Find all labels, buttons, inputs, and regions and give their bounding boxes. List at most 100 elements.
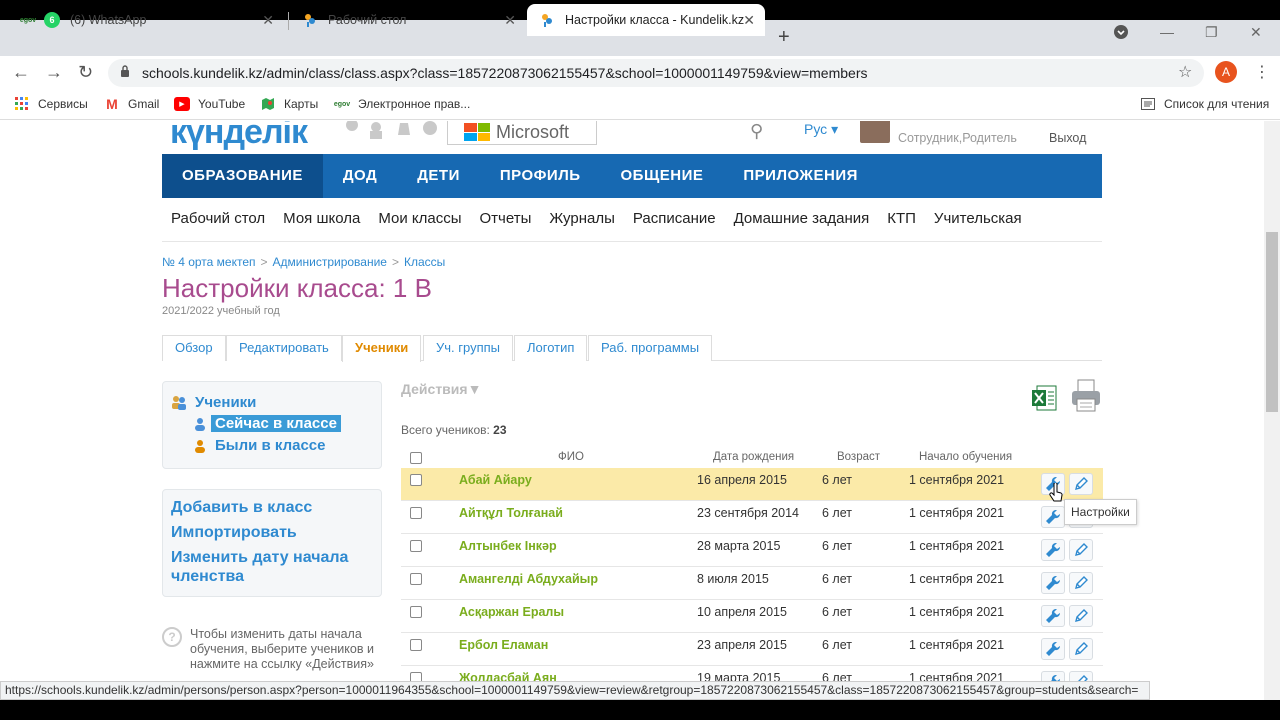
bookmark-egov[interactable]: egov Электронное прав... bbox=[334, 97, 470, 111]
student-name-link[interactable]: Алтынбек Інкәр bbox=[459, 539, 557, 553]
past-students-link[interactable]: Были в классе bbox=[215, 437, 326, 454]
reading-list[interactable]: Список для чтения bbox=[1140, 97, 1269, 111]
edit-button[interactable] bbox=[1069, 638, 1093, 660]
row-checkbox[interactable] bbox=[410, 672, 422, 681]
close-icon[interactable]: ✕ bbox=[504, 12, 516, 29]
tab-overview[interactable]: Обзор bbox=[162, 335, 226, 361]
menu-icon[interactable]: ⋮ bbox=[1254, 62, 1270, 82]
new-tab-icon[interactable]: + bbox=[778, 26, 790, 49]
back-arrow-icon[interactable]: ← bbox=[12, 62, 30, 83]
url-input[interactable]: schools.kundelik.kz/admin/class/class.as… bbox=[108, 59, 1204, 87]
close-icon[interactable]: ✕ bbox=[262, 12, 274, 29]
reload-icon[interactable]: ↻ bbox=[78, 62, 93, 83]
nav-children[interactable]: ДЕТИ bbox=[397, 154, 480, 198]
edit-button[interactable] bbox=[1069, 539, 1093, 561]
row-checkbox[interactable] bbox=[410, 639, 422, 651]
edit-button[interactable] bbox=[1069, 671, 1093, 681]
subnav-schedule[interactable]: Расписание bbox=[624, 198, 725, 241]
settings-button[interactable] bbox=[1041, 572, 1065, 594]
profile-avatar[interactable]: A bbox=[1215, 61, 1237, 83]
user-avatar[interactable] bbox=[860, 121, 890, 143]
nav-dod[interactable]: ДОД bbox=[323, 154, 397, 198]
breadcrumb-classes[interactable]: Классы bbox=[404, 255, 445, 269]
import-link[interactable]: Импортировать bbox=[171, 523, 297, 542]
close-icon[interactable]: ✕ bbox=[743, 12, 755, 29]
tab-logo[interactable]: Логотип bbox=[514, 335, 588, 361]
breadcrumb-admin[interactable]: Администрирование bbox=[273, 255, 387, 269]
table-row[interactable]: Алтынбек Інкәр 28 марта 2015 6 лет 1 сентяб… bbox=[401, 534, 1103, 567]
subnav-my-school[interactable]: Моя школа bbox=[274, 198, 369, 241]
student-name-link[interactable]: Абай Айару bbox=[459, 473, 532, 487]
nav-apps[interactable]: ПРИЛОЖЕНИЯ bbox=[723, 154, 878, 198]
tab-whatsapp[interactable]: egov 6 (6) WhatsApp ✕ bbox=[8, 4, 284, 36]
search-icon[interactable]: ⚲ bbox=[750, 121, 763, 142]
tab-desktop[interactable]: Рабочий стол ✕ bbox=[290, 4, 526, 36]
subnav-homework[interactable]: Домашние задания bbox=[725, 198, 879, 241]
table-row[interactable]: Айтқұл Толғанай 23 сентября 2014 6 лет 1 се… bbox=[401, 501, 1103, 534]
logout-link[interactable]: Выход bbox=[1049, 131, 1086, 145]
language-select[interactable]: Рус ▾ bbox=[804, 121, 838, 138]
current-students-link[interactable]: Сейчас в классе bbox=[211, 415, 341, 432]
settings-button[interactable] bbox=[1041, 671, 1065, 681]
edit-button[interactable] bbox=[1069, 572, 1093, 594]
microsoft-banner[interactable]: Microsoft bbox=[447, 121, 597, 145]
tab-study-groups[interactable]: Уч. группы bbox=[423, 335, 514, 361]
table-row[interactable]: Абай Айару 16 апреля 2015 6 лет 1 сентября … bbox=[401, 468, 1103, 501]
row-checkbox[interactable] bbox=[410, 507, 422, 519]
minimize-icon[interactable]: — bbox=[1160, 24, 1174, 40]
tab-search-icon[interactable] bbox=[1113, 24, 1129, 43]
header-notification-icons[interactable] bbox=[342, 121, 440, 139]
edit-button[interactable] bbox=[1069, 473, 1093, 495]
select-all-checkbox[interactable] bbox=[410, 452, 422, 464]
subnav-reports[interactable]: Отчеты bbox=[471, 198, 541, 241]
bookmark-maps[interactable]: Карты bbox=[260, 97, 318, 111]
excel-export-icon[interactable] bbox=[1031, 385, 1057, 411]
kundelik-logo[interactable]: күнделік bbox=[170, 121, 308, 152]
actions-dropdown[interactable]: Действия▼ bbox=[401, 381, 481, 397]
students-title[interactable]: Ученики bbox=[195, 394, 256, 411]
lock-icon[interactable] bbox=[120, 65, 130, 77]
row-checkbox[interactable] bbox=[410, 573, 422, 585]
student-name-link[interactable]: Амангелді Абдухайыр bbox=[459, 572, 598, 586]
settings-button[interactable] bbox=[1041, 605, 1065, 627]
settings-button[interactable] bbox=[1041, 539, 1065, 561]
table-row[interactable]: Амангелді Абдухайыр 8 июля 2015 6 лет 1 сен… bbox=[401, 567, 1103, 600]
forward-arrow-icon[interactable]: → bbox=[45, 62, 63, 83]
student-name-link[interactable]: Ербол Еламан bbox=[459, 638, 548, 652]
subnav-journals[interactable]: Журналы bbox=[540, 198, 624, 241]
table-row[interactable]: Ербол Еламан 23 апреля 2015 6 лет 1 сентябр… bbox=[401, 633, 1103, 666]
bookmark-youtube[interactable]: ▶ YouTube bbox=[174, 97, 245, 111]
scrollbar-thumb[interactable] bbox=[1266, 232, 1278, 412]
close-window-icon[interactable]: ✕ bbox=[1250, 24, 1262, 41]
row-checkbox[interactable] bbox=[410, 540, 422, 552]
settings-button[interactable] bbox=[1041, 506, 1065, 528]
subnav-my-classes[interactable]: Мои классы bbox=[369, 198, 470, 241]
settings-button[interactable] bbox=[1041, 638, 1065, 660]
nav-communication[interactable]: ОБЩЕНИЕ bbox=[601, 154, 724, 198]
subnav-teachers-room[interactable]: Учительская bbox=[925, 198, 1031, 241]
table-row[interactable]: Асқаржан Ералы 10 апреля 2015 6 лет 1 сентя… bbox=[401, 600, 1103, 633]
row-checkbox[interactable] bbox=[410, 606, 422, 618]
add-to-class-link[interactable]: Добавить в класс bbox=[171, 498, 312, 517]
table-row[interactable]: Жолдасбай Аян 19 марта 2015 6 лет 1 сентябр… bbox=[401, 666, 1103, 681]
tab-work-programs[interactable]: Раб. программы bbox=[588, 335, 713, 361]
change-membership-date-link[interactable]: Изменить дату начала членства bbox=[171, 548, 371, 586]
nav-profile[interactable]: ПРОФИЛЬ bbox=[480, 154, 601, 198]
student-name-link[interactable]: Асқаржан Ералы bbox=[459, 605, 564, 619]
nav-education[interactable]: ОБРАЗОВАНИЕ bbox=[162, 154, 323, 198]
tab-edit[interactable]: Редактировать bbox=[226, 335, 342, 361]
breadcrumb-school[interactable]: № 4 орта мектеп bbox=[162, 255, 256, 269]
row-checkbox[interactable] bbox=[410, 474, 422, 486]
tab-class-settings[interactable]: Настройки класса - Kundelik.kz ✕ bbox=[527, 4, 765, 36]
print-icon[interactable] bbox=[1070, 379, 1102, 413]
subnav-ktp[interactable]: КТП bbox=[878, 198, 925, 241]
bookmark-services[interactable]: Сервисы bbox=[14, 97, 88, 111]
restore-icon[interactable]: ❐ bbox=[1205, 24, 1218, 41]
edit-button[interactable] bbox=[1069, 605, 1093, 627]
student-name-link[interactable]: Айтқұл Толғанай bbox=[459, 506, 563, 520]
tab-students[interactable]: Ученики bbox=[342, 335, 422, 362]
bookmark-gmail[interactable]: M Gmail bbox=[104, 96, 159, 112]
bookmark-star-icon[interactable]: ☆ bbox=[1178, 62, 1192, 82]
subnav-desktop[interactable]: Рабочий стол bbox=[162, 198, 274, 241]
student-name-link[interactable]: Жолдасбай Аян bbox=[459, 671, 557, 681]
